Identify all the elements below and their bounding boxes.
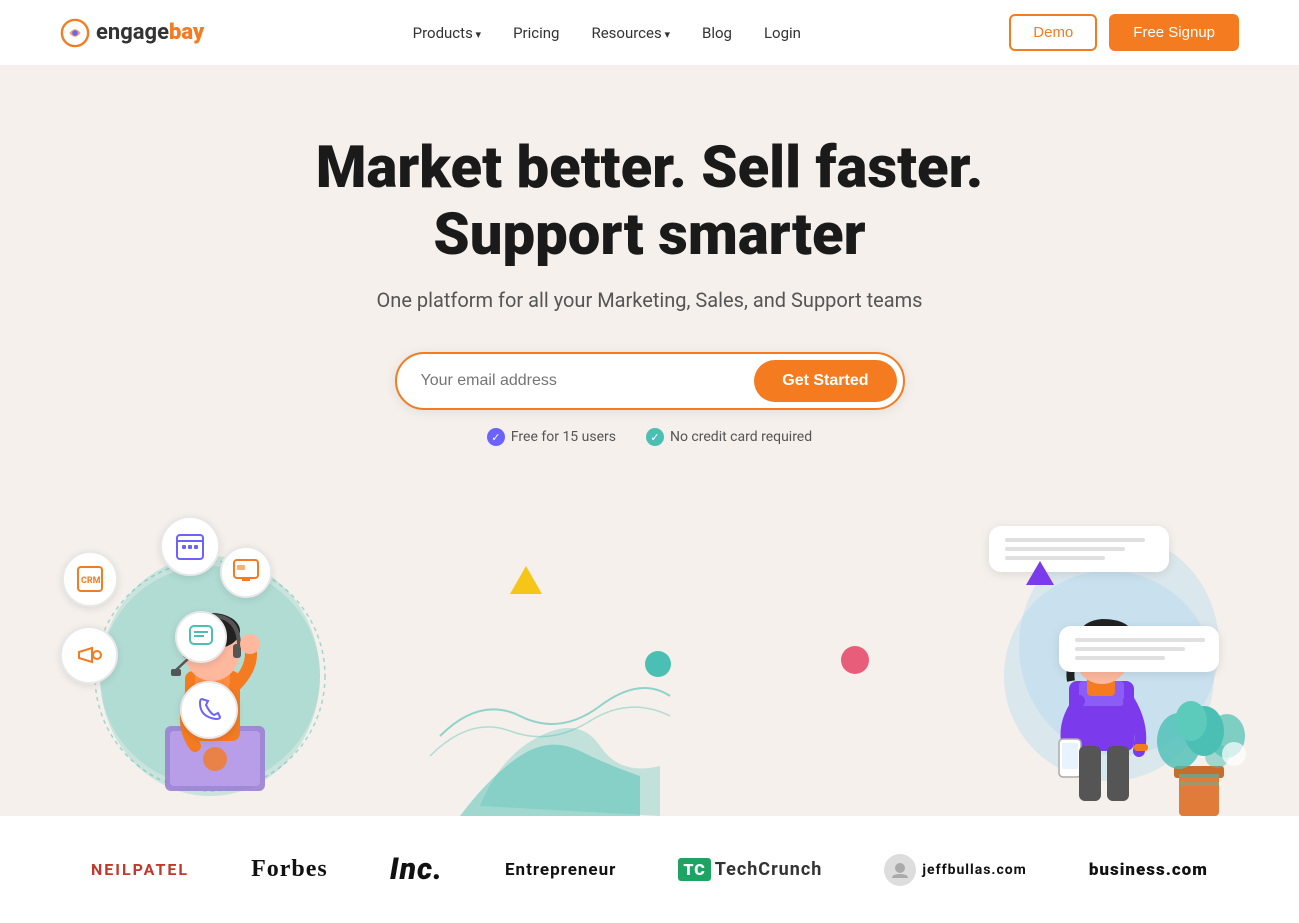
speech-bubble-2 bbox=[1059, 626, 1219, 672]
nav-links: Products Pricing Resources Blog Login bbox=[413, 24, 801, 42]
speech-bubble-1 bbox=[989, 526, 1169, 572]
nav-login[interactable]: Login bbox=[764, 24, 801, 42]
plant-decoration bbox=[1149, 676, 1249, 816]
float-icon-monitor bbox=[220, 546, 272, 598]
tc-badge: TC bbox=[678, 858, 710, 881]
float-icon-chat bbox=[175, 611, 227, 663]
check-icon-1: ✓ bbox=[487, 428, 505, 446]
nav-buttons: Demo Free Signup bbox=[1009, 14, 1239, 51]
logo-inc: Inc. bbox=[390, 852, 443, 887]
speech-line bbox=[1075, 656, 1165, 660]
hero-headline: Market better. Sell faster. Support smar… bbox=[60, 135, 1239, 268]
center-illustration bbox=[420, 576, 680, 816]
free-signup-button[interactable]: Free Signup bbox=[1109, 14, 1239, 51]
speech-line bbox=[1005, 547, 1125, 551]
logo-business: business.com bbox=[1089, 860, 1208, 880]
logo-neilpatel: NEILPATEL bbox=[91, 860, 189, 879]
techcrunch-text: TechCrunch bbox=[715, 859, 823, 880]
speech-line bbox=[1075, 647, 1185, 651]
jeffbullas-avatar bbox=[884, 854, 916, 886]
nav-products[interactable]: Products bbox=[413, 24, 481, 42]
speech-line bbox=[1005, 538, 1145, 542]
badge-no-card: ✓ No credit card required bbox=[646, 428, 812, 446]
logo[interactable]: engagebay bbox=[60, 18, 204, 48]
float-icon-phone bbox=[180, 681, 238, 739]
feature-badges: ✓ Free for 15 users ✓ No credit card req… bbox=[60, 428, 1239, 446]
email-input[interactable] bbox=[421, 372, 755, 390]
logo-entrepreneur: Entrepreneur bbox=[505, 860, 616, 880]
logo-forbes: Forbes bbox=[251, 856, 328, 883]
illustration-area: CRM bbox=[0, 496, 1299, 816]
svg-text:CRM: CRM bbox=[81, 576, 101, 586]
circle-pink bbox=[841, 646, 869, 674]
email-signup-form: Get Started bbox=[395, 352, 905, 410]
logo-text: engagebay bbox=[96, 20, 204, 45]
get-started-button[interactable]: Get Started bbox=[754, 360, 896, 402]
business-bold: business bbox=[1089, 860, 1166, 880]
navbar: engagebay Products Pricing Resources Blo… bbox=[0, 0, 1299, 65]
hero-subheadline: One platform for all your Marketing, Sal… bbox=[60, 288, 1239, 312]
float-icon-megaphone bbox=[60, 626, 118, 684]
check-icon-2: ✓ bbox=[646, 428, 664, 446]
speech-line bbox=[1005, 556, 1105, 560]
badge-free-users: ✓ Free for 15 users bbox=[487, 428, 616, 446]
float-icon-calendar bbox=[160, 516, 220, 576]
nav-blog[interactable]: Blog bbox=[702, 24, 732, 42]
demo-button[interactable]: Demo bbox=[1009, 14, 1097, 51]
speech-line bbox=[1075, 638, 1205, 642]
float-icon-crm: CRM bbox=[62, 551, 118, 607]
nav-resources[interactable]: Resources bbox=[591, 24, 670, 42]
triangle-purple bbox=[1026, 561, 1054, 585]
logo-jeffbullas: jeffbullas.com bbox=[884, 854, 1026, 886]
logos-bar: NEILPATEL Forbes Inc. Entrepreneur TC Te… bbox=[0, 816, 1299, 923]
hero-section: Market better. Sell faster. Support smar… bbox=[0, 65, 1299, 816]
logo-techcrunch: TC TechCrunch bbox=[678, 858, 822, 881]
left-character bbox=[80, 516, 360, 816]
nav-pricing[interactable]: Pricing bbox=[513, 24, 559, 42]
